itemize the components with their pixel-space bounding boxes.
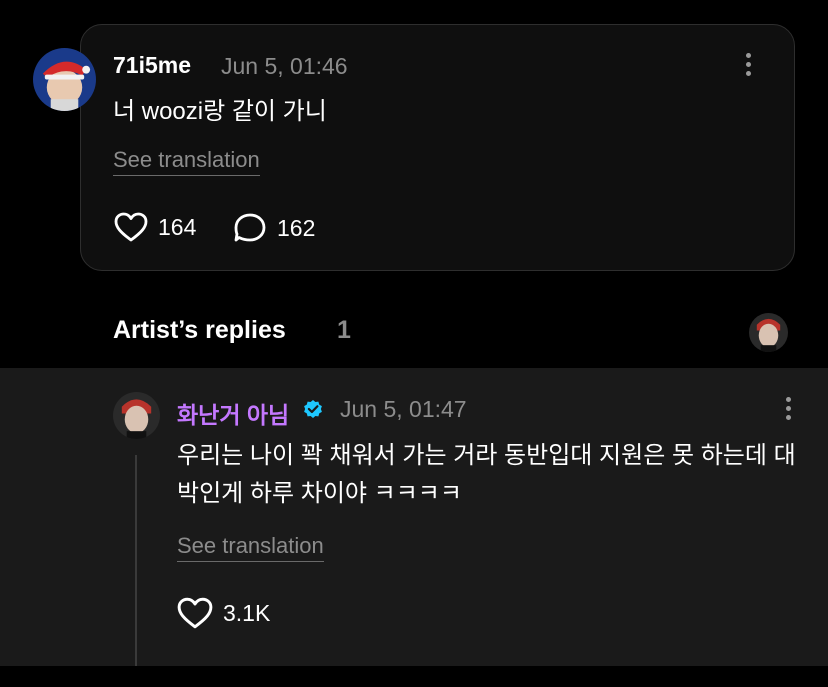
heart-outline-icon <box>177 597 213 629</box>
comment-count: 162 <box>277 214 316 241</box>
reply-username[interactable]: 화난거 아님 <box>177 396 289 430</box>
comment-timestamp: Jun 5, 01:46 <box>221 53 348 79</box>
like-count: 164 <box>158 213 197 240</box>
comment-text: 너 woozi랑 같이 가니 <box>113 98 327 125</box>
like-button[interactable]: 164 <box>114 212 196 242</box>
see-translation-link[interactable]: See translation <box>113 147 260 176</box>
artist-avatar[interactable] <box>113 392 160 439</box>
comment-username[interactable]: 71i5me <box>113 52 191 79</box>
reply-like-button[interactable]: 3.1K <box>177 597 270 629</box>
reply-see-translation-link[interactable]: See translation <box>177 533 324 562</box>
speech-bubble-icon <box>234 213 266 242</box>
artist-replies-title: Artist’s replies <box>113 316 286 344</box>
reply-timestamp: Jun 5, 01:47 <box>340 396 467 422</box>
comment-button[interactable]: 162 <box>233 212 315 244</box>
heart-outline-icon <box>114 212 148 242</box>
reply-more-options-icon[interactable] <box>783 397 793 423</box>
reply-like-count: 3.1K <box>223 599 271 626</box>
thread-line <box>135 455 137 666</box>
artist-avatar-small[interactable] <box>749 313 788 352</box>
user-avatar[interactable] <box>33 48 96 111</box>
reply-text: 우리는 나이 꽉 채워서 가는 거라 동반입대 지원은 못 하는데 대박인게 하… <box>177 442 796 507</box>
artist-replies-count: 1 <box>337 316 351 344</box>
verified-check-icon <box>302 398 324 420</box>
more-options-icon[interactable] <box>743 53 753 79</box>
